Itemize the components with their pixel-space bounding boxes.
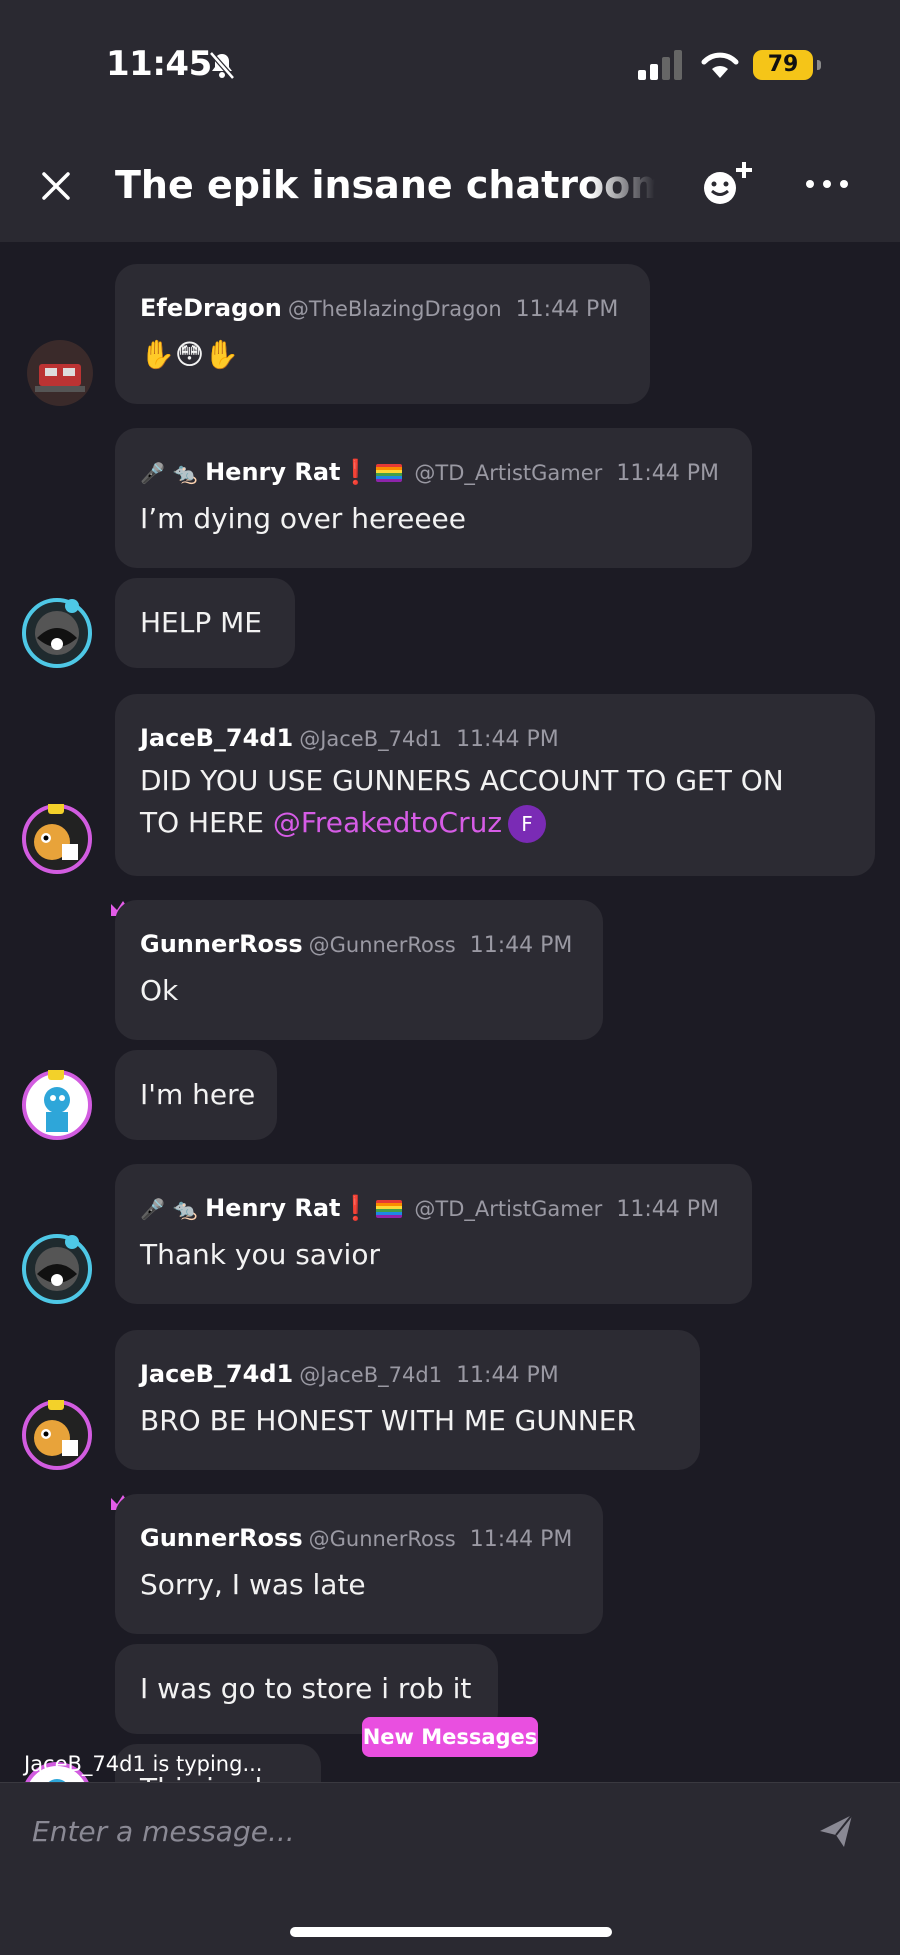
message-input[interactable] [32, 1803, 792, 1859]
message-time: 11:44 PM [456, 727, 559, 752]
message-text: Sorry, I was late [140, 1568, 366, 1601]
message-time: 11:44 PM [616, 1197, 719, 1222]
microphone-icon: 🎤 [140, 461, 165, 485]
message-text: BRO BE HONEST WITH ME GUNNER [140, 1404, 636, 1437]
status-bar: 11:45 79 [0, 0, 900, 130]
message-meta: GunnerRoss @GunnerRoss 11:44 PM [140, 1524, 572, 1552]
message-bubble[interactable]: 🎤 🐀 Henry Rat❗ @TD_ArtistGamer 11:44 PM I’… [115, 428, 752, 568]
user-handle: @TD_ArtistGamer [414, 461, 603, 485]
message-text: HELP ME [140, 606, 262, 639]
user-avatar[interactable] [22, 1234, 92, 1304]
message-text: I’m dying over hereeee [140, 502, 466, 535]
more-options-icon[interactable] [802, 164, 852, 204]
typing-indicator: JaceB_74d1 is typing... [24, 1752, 263, 1776]
chat-header: The epik insane chatroom 2.0 [0, 130, 900, 242]
message-text-line2: TO HERE @FreakedtoCruz F [140, 802, 547, 844]
username[interactable]: EfeDragon [140, 294, 282, 322]
message-time: 11:44 PM [469, 1527, 573, 1552]
user-handle: @JaceB_74d1 [299, 1363, 443, 1387]
message-meta: JaceB_74d1 @JaceB_74d1 11:44 PM [140, 1360, 559, 1388]
user-handle: @GunnerRoss [308, 933, 456, 957]
message-bubble[interactable]: GunnerRoss @GunnerRoss 11:44 PM Ok [115, 900, 603, 1040]
username[interactable]: JaceB_74d1 [140, 1360, 293, 1388]
message-composer [0, 1782, 900, 1955]
exclamation-icon: ❗ [340, 1194, 371, 1222]
new-messages-button[interactable]: New Messages [362, 1717, 538, 1757]
exclamation-icon: ❗ [340, 458, 371, 486]
close-icon[interactable] [36, 166, 76, 206]
user-handle: @TD_ArtistGamer [414, 1197, 603, 1221]
user-handle: @JaceB_74d1 [299, 727, 443, 751]
message-bubble[interactable]: EfeDragon @TheBlazingDragon 11:44 PM ✋😳✋ [115, 264, 650, 404]
user-avatar[interactable] [22, 1400, 92, 1470]
chatroom-title: The epik insane chatroom 2.0 [115, 163, 655, 207]
message-time: 11:44 PM [515, 297, 619, 322]
message-time: 11:44 PM [456, 1363, 559, 1388]
message-list[interactable]: EfeDragon @TheBlazingDragon 11:44 PM ✋😳✋ 🎤… [0, 242, 900, 1782]
message-time: 11:44 PM [469, 933, 573, 958]
username[interactable]: Henry Rat [205, 1194, 340, 1222]
user-handle: @GunnerRoss [308, 1527, 456, 1551]
username[interactable]: GunnerRoss [140, 1524, 303, 1552]
add-member-icon[interactable] [700, 160, 756, 210]
send-icon[interactable] [816, 1811, 856, 1851]
user-avatar[interactable] [22, 598, 92, 668]
message-meta: JaceB_74d1 @JaceB_74d1 11:44 PM [140, 724, 559, 752]
status-time: 11:45 [106, 44, 212, 84]
message-text-part: TO HERE [140, 806, 273, 839]
rat-icon: 🐀 [172, 461, 198, 485]
user-avatar[interactable] [22, 1070, 92, 1140]
battery-indicator: 79 [753, 50, 821, 80]
message-meta: EfeDragon @TheBlazingDragon 11:44 PM [140, 294, 618, 322]
home-indicator[interactable] [290, 1927, 612, 1937]
rainbow-flag-icon [376, 464, 403, 482]
mention-avatar-badge: F [508, 805, 547, 843]
message-text: Thank you savior [140, 1238, 380, 1271]
wifi-icon [701, 52, 739, 78]
message-bubble[interactable]: GunnerRoss @GunnerRoss 11:44 PM Sorry, I w… [115, 1494, 603, 1634]
message-bubble[interactable]: JaceB_74d1 @JaceB_74d1 11:44 PM DID YOU US… [115, 694, 875, 876]
bell-off-icon [209, 51, 235, 80]
rainbow-flag-icon [376, 1200, 403, 1218]
user-avatar[interactable] [22, 804, 92, 874]
microphone-icon: 🎤 [140, 1197, 165, 1221]
username[interactable]: GunnerRoss [140, 930, 303, 958]
message-bubble[interactable]: JaceB_74d1 @JaceB_74d1 11:44 PM BRO BE HON… [115, 1330, 700, 1470]
message-text: Ok [140, 974, 179, 1007]
username[interactable]: JaceB_74d1 [140, 724, 293, 752]
message-meta: 🎤 🐀 Henry Rat❗ @TD_ArtistGamer 11:44 PM [140, 458, 719, 486]
message-text: DID YOU USE GUNNERS ACCOUNT TO GET ON [140, 764, 784, 797]
message-text: I'm here [140, 1078, 256, 1111]
cellular-signal-icon [638, 50, 682, 80]
message-text: I was go to store i rob it [140, 1672, 472, 1705]
rat-icon: 🐀 [172, 1197, 198, 1221]
message-bubble[interactable]: 🎤 🐀 Henry Rat❗ @TD_ArtistGamer 11:44 PM Th… [115, 1164, 752, 1304]
user-handle: @TheBlazingDragon [287, 297, 502, 321]
message-time: 11:44 PM [616, 461, 719, 486]
message-bubble[interactable]: I'm here [115, 1050, 277, 1140]
message-text: ✋😳✋ [140, 338, 239, 371]
message-meta: GunnerRoss @GunnerRoss 11:44 PM [140, 930, 572, 958]
message-meta: 🎤 🐀 Henry Rat❗ @TD_ArtistGamer 11:44 PM [140, 1194, 719, 1222]
message-bubble[interactable]: HELP ME [115, 578, 295, 668]
username[interactable]: Henry Rat [205, 458, 340, 486]
user-avatar[interactable] [25, 338, 95, 408]
user-mention[interactable]: @FreakedtoCruz [273, 806, 502, 839]
